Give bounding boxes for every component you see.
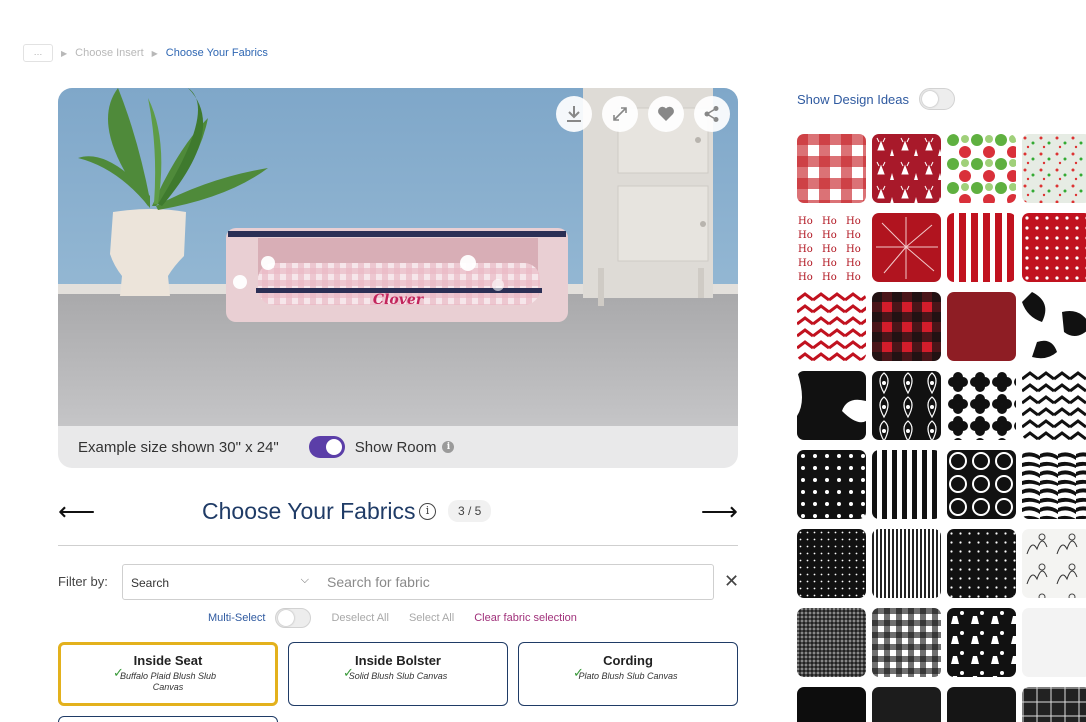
fabric-swatch-solid-black-2[interactable] bbox=[947, 687, 1016, 722]
fabric-swatch-black-windowpane[interactable] bbox=[1022, 687, 1086, 722]
download-button[interactable] bbox=[556, 96, 592, 132]
preview-footer: Example size shown 30" x 24" Show Room i bbox=[58, 426, 738, 468]
monogram-text: Clover bbox=[373, 292, 425, 308]
fabric-swatch-black-chevron[interactable] bbox=[1022, 371, 1086, 440]
part-card-fabric: Plato Blush Slub Canvas bbox=[578, 671, 678, 681]
fabric-swatch-black-damask[interactable] bbox=[872, 371, 941, 440]
preview-toolbar bbox=[556, 96, 730, 132]
fabric-swatch-red-chevron[interactable] bbox=[797, 292, 866, 361]
example-size-text: Example size shown 30" x 24" bbox=[78, 438, 279, 456]
fabric-swatch-red-white-stripe[interactable] bbox=[947, 213, 1016, 282]
fabric-swatch-black-pinstripe[interactable] bbox=[872, 529, 941, 598]
fabric-swatch-black-mini-dot[interactable] bbox=[797, 529, 866, 598]
part-card-title: Inside Seat bbox=[133, 653, 203, 668]
clear-search-close-icon[interactable]: ✕ bbox=[724, 572, 739, 590]
part-card-cording[interactable]: ✓ Cording Plato Blush Slub Canvas bbox=[518, 642, 738, 706]
fabric-swatch-solid-charcoal[interactable] bbox=[872, 687, 941, 722]
divider bbox=[58, 545, 738, 546]
fabric-swatch-solid-red[interactable] bbox=[947, 292, 1016, 361]
fullscreen-button[interactable] bbox=[602, 96, 638, 132]
next-step-arrow-icon[interactable]: ⟶ bbox=[701, 498, 738, 524]
fabric-swatch-cow-print[interactable] bbox=[1022, 292, 1086, 361]
fabric-designer-page: … ▶ Choose Insert ▶ Choose Your Fabrics bbox=[0, 0, 1086, 722]
favorite-button[interactable] bbox=[648, 96, 684, 132]
fabric-swatch-black-dog-print[interactable] bbox=[947, 608, 1016, 677]
breadcrumb-choose-insert[interactable]: Choose Insert bbox=[75, 47, 143, 59]
show-room-toggle[interactable] bbox=[308, 436, 345, 458]
fabric-search-input[interactable] bbox=[317, 564, 714, 600]
step-info-icon[interactable]: i bbox=[419, 503, 436, 520]
part-card-fabric: Solid Blush Slub Canvas bbox=[348, 671, 448, 681]
previous-step-arrow-icon[interactable]: ⟵ bbox=[58, 498, 95, 524]
breadcrumb-separator-icon: ▶ bbox=[151, 48, 158, 58]
breadcrumb-home[interactable]: … bbox=[23, 44, 53, 62]
deselect-all-link[interactable]: Deselect All bbox=[331, 612, 388, 624]
fabric-swatch-black-toile[interactable] bbox=[1022, 529, 1086, 598]
show-room-label: Show Room bbox=[354, 438, 437, 456]
filter-type-select[interactable]: Search ⌵ bbox=[122, 564, 318, 600]
fabric-swatch-black-white-stripe[interactable] bbox=[872, 450, 941, 519]
design-ideas-row: Show Design Ideas bbox=[797, 88, 956, 110]
fabric-swatch-solid-black[interactable] bbox=[797, 687, 866, 722]
step-counter: 3 / 5 bbox=[448, 500, 492, 522]
product-preview: Clover Example size shown 30" x 24" Show… bbox=[58, 88, 738, 468]
room-scene-image: Clover bbox=[58, 88, 738, 426]
fabric-swatch-black-polka-dot[interactable] bbox=[797, 450, 866, 519]
share-button[interactable] bbox=[694, 96, 730, 132]
info-icon[interactable]: i bbox=[442, 441, 455, 453]
fabric-swatch-zebra-print[interactable] bbox=[1022, 450, 1086, 519]
step-header: ⟵ Choose Your Fabrics i 3 / 5 ⟶ bbox=[58, 494, 738, 530]
show-design-ideas-toggle[interactable] bbox=[919, 88, 956, 110]
fabric-swatch-black-star-dot[interactable] bbox=[947, 529, 1016, 598]
fabric-swatch-ho-ho-ho-text[interactable] bbox=[797, 213, 866, 282]
fabric-swatch-red-starburst[interactable] bbox=[872, 213, 941, 282]
check-icon: ✓ bbox=[343, 665, 354, 680]
part-card-title: Cording bbox=[603, 653, 653, 668]
check-icon: ✓ bbox=[113, 665, 124, 680]
fabric-swatch-red-polka-dot[interactable] bbox=[1022, 213, 1086, 282]
page-title: Choose Your Fabrics bbox=[202, 498, 416, 524]
fullscreen-icon bbox=[613, 107, 627, 121]
part-card-inside-bolster[interactable]: ✓ Inside Bolster Solid Blush Slub Canvas bbox=[288, 642, 508, 706]
breadcrumb: … ▶ Choose Insert ▶ Choose Your Fabrics bbox=[23, 44, 268, 62]
fabric-swatch-confetti-dots[interactable] bbox=[1022, 134, 1086, 203]
fabric-swatch-red-deer-print[interactable] bbox=[872, 134, 941, 203]
part-card-title: Inside Bolster bbox=[355, 653, 441, 668]
fabric-swatch-black-white-abstract[interactable] bbox=[797, 371, 866, 440]
heart-icon bbox=[658, 106, 674, 121]
breadcrumb-choose-fabrics: Choose Your Fabrics bbox=[165, 47, 268, 59]
part-card-fabric: Buffalo Plaid Blush Slub Canvas bbox=[119, 671, 217, 692]
check-icon: ✓ bbox=[573, 665, 584, 680]
fabric-swatch-red-buffalo-check[interactable] bbox=[797, 134, 866, 203]
share-icon bbox=[704, 106, 719, 122]
clear-fabric-selection-link[interactable]: Clear fabric selection bbox=[474, 612, 577, 624]
filter-select-value: Search bbox=[131, 576, 170, 590]
part-card-inside-seat[interactable]: ✓ Inside Seat Buffalo Plaid Blush Slub C… bbox=[58, 642, 278, 706]
download-icon bbox=[567, 106, 581, 122]
multi-select-row: Multi-Select Deselect All Select All Cle… bbox=[208, 608, 577, 628]
fabric-swatch-black-circles[interactable] bbox=[947, 450, 1016, 519]
fabric-swatch-black-quatrefoil[interactable] bbox=[947, 371, 1016, 440]
fabric-swatch-black-gingham[interactable] bbox=[872, 608, 941, 677]
breadcrumb-separator-icon: ▶ bbox=[61, 48, 68, 58]
fabric-swatch-black-tweed[interactable] bbox=[797, 608, 866, 677]
show-design-ideas-label: Show Design Ideas bbox=[797, 91, 910, 107]
part-card-next[interactable] bbox=[58, 716, 278, 722]
filter-label: Filter by: bbox=[58, 574, 108, 589]
select-all-link[interactable]: Select All bbox=[409, 612, 454, 624]
chevron-down-icon: ⌵ bbox=[300, 574, 309, 586]
fabric-swatch-green-red-dots[interactable] bbox=[947, 134, 1016, 203]
fabric-swatch-solid-white[interactable] bbox=[1022, 608, 1086, 677]
multi-select-label: Multi-Select bbox=[208, 612, 266, 624]
multi-select-toggle[interactable] bbox=[275, 608, 312, 628]
fabric-swatch-red-black-buffalo-plaid[interactable] bbox=[872, 292, 941, 361]
